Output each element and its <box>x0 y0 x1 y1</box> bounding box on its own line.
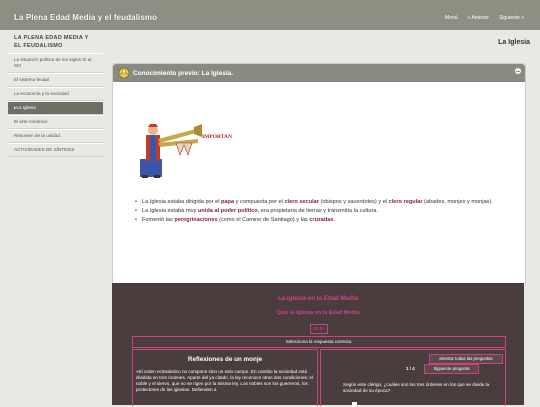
idevice-title: Conocimiento previo: La Iglesia. <box>133 70 234 77</box>
quiz-timer: 00:00 <box>310 324 328 334</box>
knowledge-icon <box>118 67 130 79</box>
menu-link[interactable]: Menú <box>445 15 458 21</box>
bullet-item: Fomentó las peregrinaciones (como el Cam… <box>135 216 515 225</box>
next-link[interactable]: Siguiente » <box>499 15 524 21</box>
sidebar-item[interactable]: ACTIVIDADES DE SÍNTESIS <box>8 143 103 157</box>
page-title: La Iglesia <box>498 39 530 46</box>
reflection-title: Reflexiones de un monje <box>187 356 263 363</box>
quiz-subtitle: Quiz la iglesia en la Edad Media <box>276 310 360 316</box>
next-question-button[interactable]: Siguiente pregunta <box>424 364 479 374</box>
reflection-panel: Reflexiones de un monje »El orden eclesi… <box>132 349 318 406</box>
idevice-header: Conocimiento previo: La Iglesia. <box>113 64 525 82</box>
sidebar-item[interactable]: El arte románico <box>8 115 103 129</box>
question-panel: Mostrar todas las preguntas 1 / 4 Siguie… <box>320 349 506 407</box>
herald-trumpeter-illustration: IMPORTAN <box>140 124 232 178</box>
question-counter: 1 / 4 <box>406 366 415 371</box>
keyword-highlight: peregrinaciones <box>174 217 218 223</box>
keyword-highlight: cruzadas <box>309 217 334 223</box>
sidebar-item[interactable]: La situación política de los siglos XI a… <box>8 53 103 73</box>
sidebar-heading[interactable]: La Plena Edad Media y el feudalismo <box>8 30 103 53</box>
quiz-panel: La iglesia en la Edad Media Quiz la igle… <box>112 283 524 407</box>
bullet-text: La Iglesia estaba muy <box>142 208 198 214</box>
bullet-text: , era propietaria de tierras y transmití… <box>257 208 378 214</box>
quiz-instructions: Selecciona la respuesta correcta. <box>132 336 506 348</box>
keyword-highlight: clero regular <box>388 199 423 205</box>
quiz-title: La iglesia en la Edad Media <box>277 295 359 302</box>
sidebar-item[interactable]: El sistema feudal <box>8 73 103 87</box>
reflection-text: »El orden eclesiástico no compone sino u… <box>136 369 313 392</box>
previous-link[interactable]: « Anterior <box>468 15 489 21</box>
top-bar: La Plena Edad Media y el feudalismo Menú… <box>0 0 540 30</box>
top-nav: Menú « Anterior Siguiente » <box>445 15 524 21</box>
bullet-text: y compuesta por el <box>234 199 285 205</box>
sidebar-item[interactable]: Resumen de la unidad. <box>8 129 103 143</box>
knowledge-bullets: La Iglesia estaba dirigida por el papa y… <box>135 198 515 225</box>
bullet-text: Fomentó las <box>142 217 175 223</box>
bullet-text: . <box>333 217 336 223</box>
sidebar-item[interactable]: La economía y la sociedad <box>8 87 103 101</box>
question-text: Según este clérigo, ¿cuáles son los tres… <box>343 382 490 393</box>
sidebar-nav: La Plena Edad Media y el feudalismo La s… <box>8 30 103 405</box>
site-title: La Plena Edad Media y el feudalismo <box>14 13 158 22</box>
bullet-text: (como el Camino de Santiago) y las <box>217 217 310 223</box>
keyword-highlight: papa <box>221 199 235 205</box>
keyword-highlight: clero secular <box>284 199 319 205</box>
keyword-highlight: unida al poder político <box>197 208 258 214</box>
illustration-label: IMPORTAN <box>202 134 232 140</box>
bullet-text: (abades, monjes y monjas). <box>422 199 493 205</box>
bullet-text: La Iglesia estaba dirigida por el <box>142 199 221 205</box>
idevice-card: Conocimiento previo: La Iglesia. IMPORTA… <box>112 63 526 305</box>
collapse-icon[interactable] <box>515 68 521 74</box>
show-all-questions-button[interactable]: Mostrar todas las preguntas <box>429 354 503 364</box>
sidebar-item[interactable]: La Iglesia <box>8 101 103 115</box>
bullet-item: La Iglesia estaba muy unida al poder pol… <box>135 207 515 216</box>
bullet-item: La Iglesia estaba dirigida por el papa y… <box>135 198 515 207</box>
bullet-text: (obispos y sacerdotes) y el <box>318 199 389 205</box>
